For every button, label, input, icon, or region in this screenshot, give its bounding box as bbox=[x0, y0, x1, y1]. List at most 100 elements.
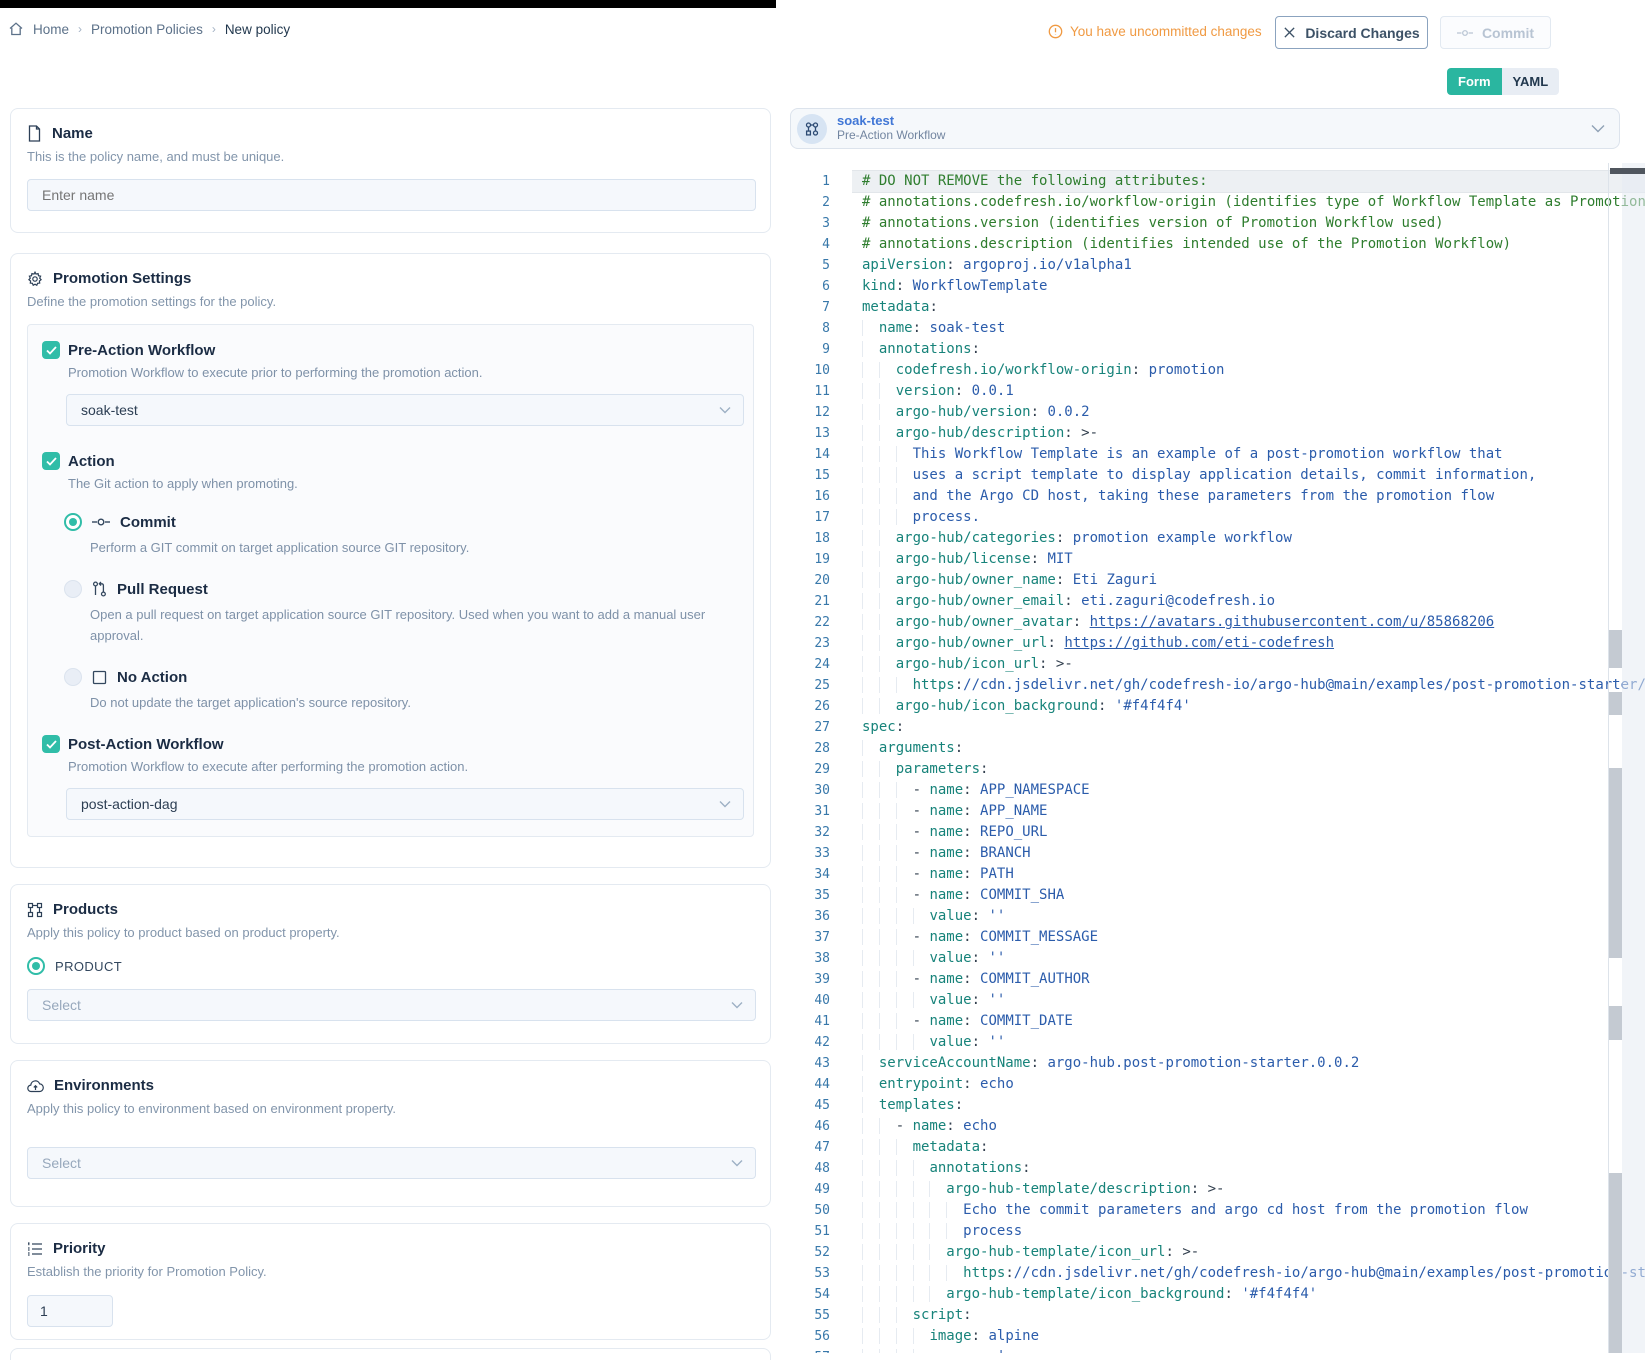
environments-description: Apply this policy to environment based o… bbox=[27, 1101, 754, 1116]
code-text: https://cdn.jsdelivr.net/gh/codefresh-io… bbox=[852, 675, 1645, 696]
post-action-workflow-select[interactable]: post-action-dag bbox=[66, 788, 744, 820]
code-line: 54 argo-hub-template/icon_background: '#… bbox=[785, 1284, 1645, 1305]
code-text: name: soak-test bbox=[852, 318, 1645, 339]
editor-scrollbar-thumb[interactable] bbox=[1610, 168, 1645, 174]
line-number: 38 bbox=[785, 948, 852, 969]
line-number: 39 bbox=[785, 969, 852, 990]
action-option-row: Commit bbox=[64, 513, 739, 531]
code-line: 28 arguments: bbox=[785, 738, 1645, 759]
line-number: 25 bbox=[785, 675, 852, 696]
action-option-row: Pull Request bbox=[64, 580, 739, 598]
code-line: 53 https://cdn.jsdelivr.net/gh/codefresh… bbox=[785, 1263, 1645, 1284]
workflow-type: Pre-Action Workflow bbox=[837, 129, 945, 143]
line-number: 27 bbox=[785, 717, 852, 738]
discard-changes-button[interactable]: Discard Changes bbox=[1275, 16, 1428, 49]
policy-name-input[interactable] bbox=[27, 179, 756, 211]
post-action-workflow-value: post-action-dag bbox=[81, 796, 178, 812]
product-radio[interactable] bbox=[27, 957, 45, 975]
code-line: 52 argo-hub-template/icon_url: >- bbox=[785, 1242, 1645, 1263]
code-text: argo-hub/owner_email: eti.zaguri@codefre… bbox=[852, 591, 1645, 612]
products-section: Products Apply this policy to product ba… bbox=[10, 884, 771, 1044]
environment-select[interactable]: Select bbox=[27, 1147, 756, 1179]
code-text: entrypoint: echo bbox=[852, 1074, 1645, 1095]
chevron-down-icon bbox=[1591, 124, 1605, 133]
product-select[interactable]: Select bbox=[27, 989, 756, 1021]
code-text: Echo the commit parameters and argo cd h… bbox=[852, 1200, 1645, 1221]
commit-button[interactable]: Commit bbox=[1440, 16, 1551, 49]
workflow-selector-header[interactable]: soak-test Pre-Action Workflow bbox=[790, 108, 1620, 149]
tab-form[interactable]: Form bbox=[1447, 68, 1502, 95]
scrollbar-decoration bbox=[1609, 1173, 1622, 1353]
line-number: 2 bbox=[785, 192, 852, 213]
code-line: 14 This Workflow Template is an example … bbox=[785, 444, 1645, 465]
line-number: 15 bbox=[785, 465, 852, 486]
code-line: 43 serviceAccountName: argo-hub.post-pro… bbox=[785, 1053, 1645, 1074]
action-radio-no-action[interactable] bbox=[64, 668, 82, 686]
name-section: Name This is the policy name, and must b… bbox=[10, 108, 771, 233]
scrollbar-decoration bbox=[1609, 630, 1622, 668]
action-checkbox[interactable] bbox=[42, 452, 60, 470]
breadcrumb-home[interactable]: Home bbox=[33, 22, 69, 37]
yaml-code-editor[interactable]: 1# DO NOT REMOVE the following attribute… bbox=[785, 163, 1645, 1353]
line-number: 54 bbox=[785, 1284, 852, 1305]
code-text: apiVersion: argoproj.io/v1alpha1 bbox=[852, 255, 1645, 276]
code-text: https://cdn.jsdelivr.net/gh/codefresh-io… bbox=[852, 1263, 1645, 1284]
line-number: 42 bbox=[785, 1032, 852, 1053]
breadcrumb-new-policy: New policy bbox=[225, 22, 290, 37]
code-text: - name: REPO_URL bbox=[852, 822, 1645, 843]
action-radio-pull-request[interactable] bbox=[64, 580, 82, 598]
code-line: 55 script: bbox=[785, 1305, 1645, 1326]
document-icon bbox=[27, 125, 42, 142]
line-number: 26 bbox=[785, 696, 852, 717]
line-number: 22 bbox=[785, 612, 852, 633]
code-line: 40 value: '' bbox=[785, 990, 1645, 1011]
line-number: 57 bbox=[785, 1347, 852, 1353]
code-text: metadata: bbox=[852, 1137, 1645, 1158]
products-diagram-icon bbox=[27, 902, 43, 918]
action-radio-commit[interactable] bbox=[64, 513, 82, 531]
code-text: uses a script template to display applic… bbox=[852, 465, 1645, 486]
code-line: 20 argo-hub/owner_name: Eti Zaguri bbox=[785, 570, 1645, 591]
code-line: 46 - name: echo bbox=[785, 1116, 1645, 1137]
code-text: # annotations.description (identifies in… bbox=[852, 234, 1645, 255]
line-number: 4 bbox=[785, 234, 852, 255]
breadcrumb-separator: › bbox=[78, 22, 82, 36]
editor-scrollbar-strip bbox=[1622, 163, 1645, 1353]
code-text: This Workflow Template is an example of … bbox=[852, 444, 1645, 465]
code-text: process bbox=[852, 1221, 1645, 1242]
window-edge-bar bbox=[0, 0, 776, 8]
code-text: argo-hub/owner_name: Eti Zaguri bbox=[852, 570, 1645, 591]
priority-input[interactable] bbox=[27, 1295, 113, 1327]
code-text: - name: APP_NAME bbox=[852, 801, 1645, 822]
line-number: 10 bbox=[785, 360, 852, 381]
code-line: 41 - name: COMMIT_DATE bbox=[785, 1011, 1645, 1032]
code-line: 56 image: alpine bbox=[785, 1326, 1645, 1347]
code-text: value: '' bbox=[852, 948, 1645, 969]
code-text: - name: BRANCH bbox=[852, 843, 1645, 864]
chevron-down-icon bbox=[731, 1001, 743, 1009]
line-number: 17 bbox=[785, 507, 852, 528]
home-icon[interactable] bbox=[8, 21, 24, 37]
workflow-name: soak-test bbox=[837, 114, 945, 129]
code-text: - name: PATH bbox=[852, 864, 1645, 885]
code-line: 1# DO NOT REMOVE the following attribute… bbox=[785, 171, 1645, 192]
post-action-checkbox[interactable] bbox=[42, 735, 60, 753]
line-number: 40 bbox=[785, 990, 852, 1011]
code-line: 45 templates: bbox=[785, 1095, 1645, 1116]
code-text: source: | bbox=[852, 1347, 1645, 1353]
code-line: 23 argo-hub/owner_url: https://github.co… bbox=[785, 633, 1645, 654]
pre-action-workflow-select[interactable]: soak-test bbox=[66, 394, 744, 426]
code-text: - name: APP_NAMESPACE bbox=[852, 780, 1645, 801]
tab-yaml[interactable]: YAML bbox=[1502, 68, 1560, 95]
action-option-row: No Action bbox=[64, 668, 739, 686]
line-number: 13 bbox=[785, 423, 852, 444]
code-line: 57 source: | bbox=[785, 1347, 1645, 1353]
action-options: CommitPerform a GIT commit on target app… bbox=[42, 513, 739, 713]
breadcrumb-promotion-policies[interactable]: Promotion Policies bbox=[91, 22, 203, 37]
ordered-list-icon bbox=[27, 1242, 43, 1256]
pre-action-checkbox[interactable] bbox=[42, 341, 60, 359]
code-text: argo-hub/icon_url: >- bbox=[852, 654, 1645, 675]
line-number: 46 bbox=[785, 1116, 852, 1137]
code-text: argo-hub-template/description: >- bbox=[852, 1179, 1645, 1200]
code-line: 27spec: bbox=[785, 717, 1645, 738]
